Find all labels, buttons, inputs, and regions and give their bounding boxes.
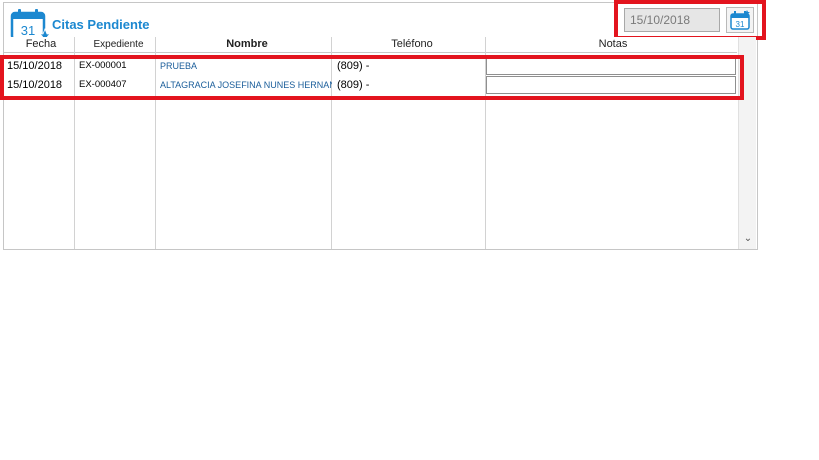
- cell-telefono: (809) -: [337, 60, 370, 72]
- cell-expediente: EX-000407: [79, 79, 127, 90]
- column-header-nombre[interactable]: Nombre: [159, 37, 335, 52]
- column-header-fecha[interactable]: Fecha: [4, 37, 78, 52]
- page-title: Citas Pendiente: [52, 17, 150, 32]
- header-divider: [4, 52, 737, 53]
- chevron-down-icon[interactable]: ⌄: [742, 233, 754, 245]
- notes-input[interactable]: [486, 57, 736, 75]
- calendar-icon-day: 31: [21, 23, 35, 38]
- appointments-table: Fecha Expediente Nombre Teléfono Notas 1…: [4, 37, 756, 249]
- calendar-button[interactable]: 31: [726, 7, 754, 33]
- column-header-expediente[interactable]: Expediente: [78, 37, 159, 52]
- date-picker-highlight: 15/10/2018 31: [614, 0, 766, 40]
- calendar-icon: 31: [730, 10, 750, 30]
- notes-input[interactable]: [486, 76, 736, 94]
- cell-nombre[interactable]: PRUEBA: [160, 56, 332, 76]
- cell-fecha: 15/10/2018: [7, 79, 63, 91]
- date-field[interactable]: 15/10/2018: [624, 8, 720, 32]
- column-header-telefono[interactable]: Teléfono: [335, 37, 489, 52]
- calendar-button-day: 31: [736, 20, 745, 29]
- cell-fecha: 15/10/2018: [7, 60, 63, 72]
- table-row[interactable]: 15/10/2018 EX-000407 ALTAGRACIA JOSEFINA…: [4, 75, 737, 95]
- vertical-scrollbar[interactable]: ⌄: [738, 37, 756, 249]
- cell-expediente: EX-000001: [79, 60, 127, 71]
- column-header-notas[interactable]: Notas: [489, 37, 737, 52]
- table-row[interactable]: 15/10/2018 EX-000001 PRUEBA (809) -: [4, 56, 737, 76]
- cell-telefono: (809) -: [337, 79, 370, 91]
- cell-nombre[interactable]: ALTAGRACIA JOSEFINA NUNES HERNANDEZ: [160, 75, 332, 95]
